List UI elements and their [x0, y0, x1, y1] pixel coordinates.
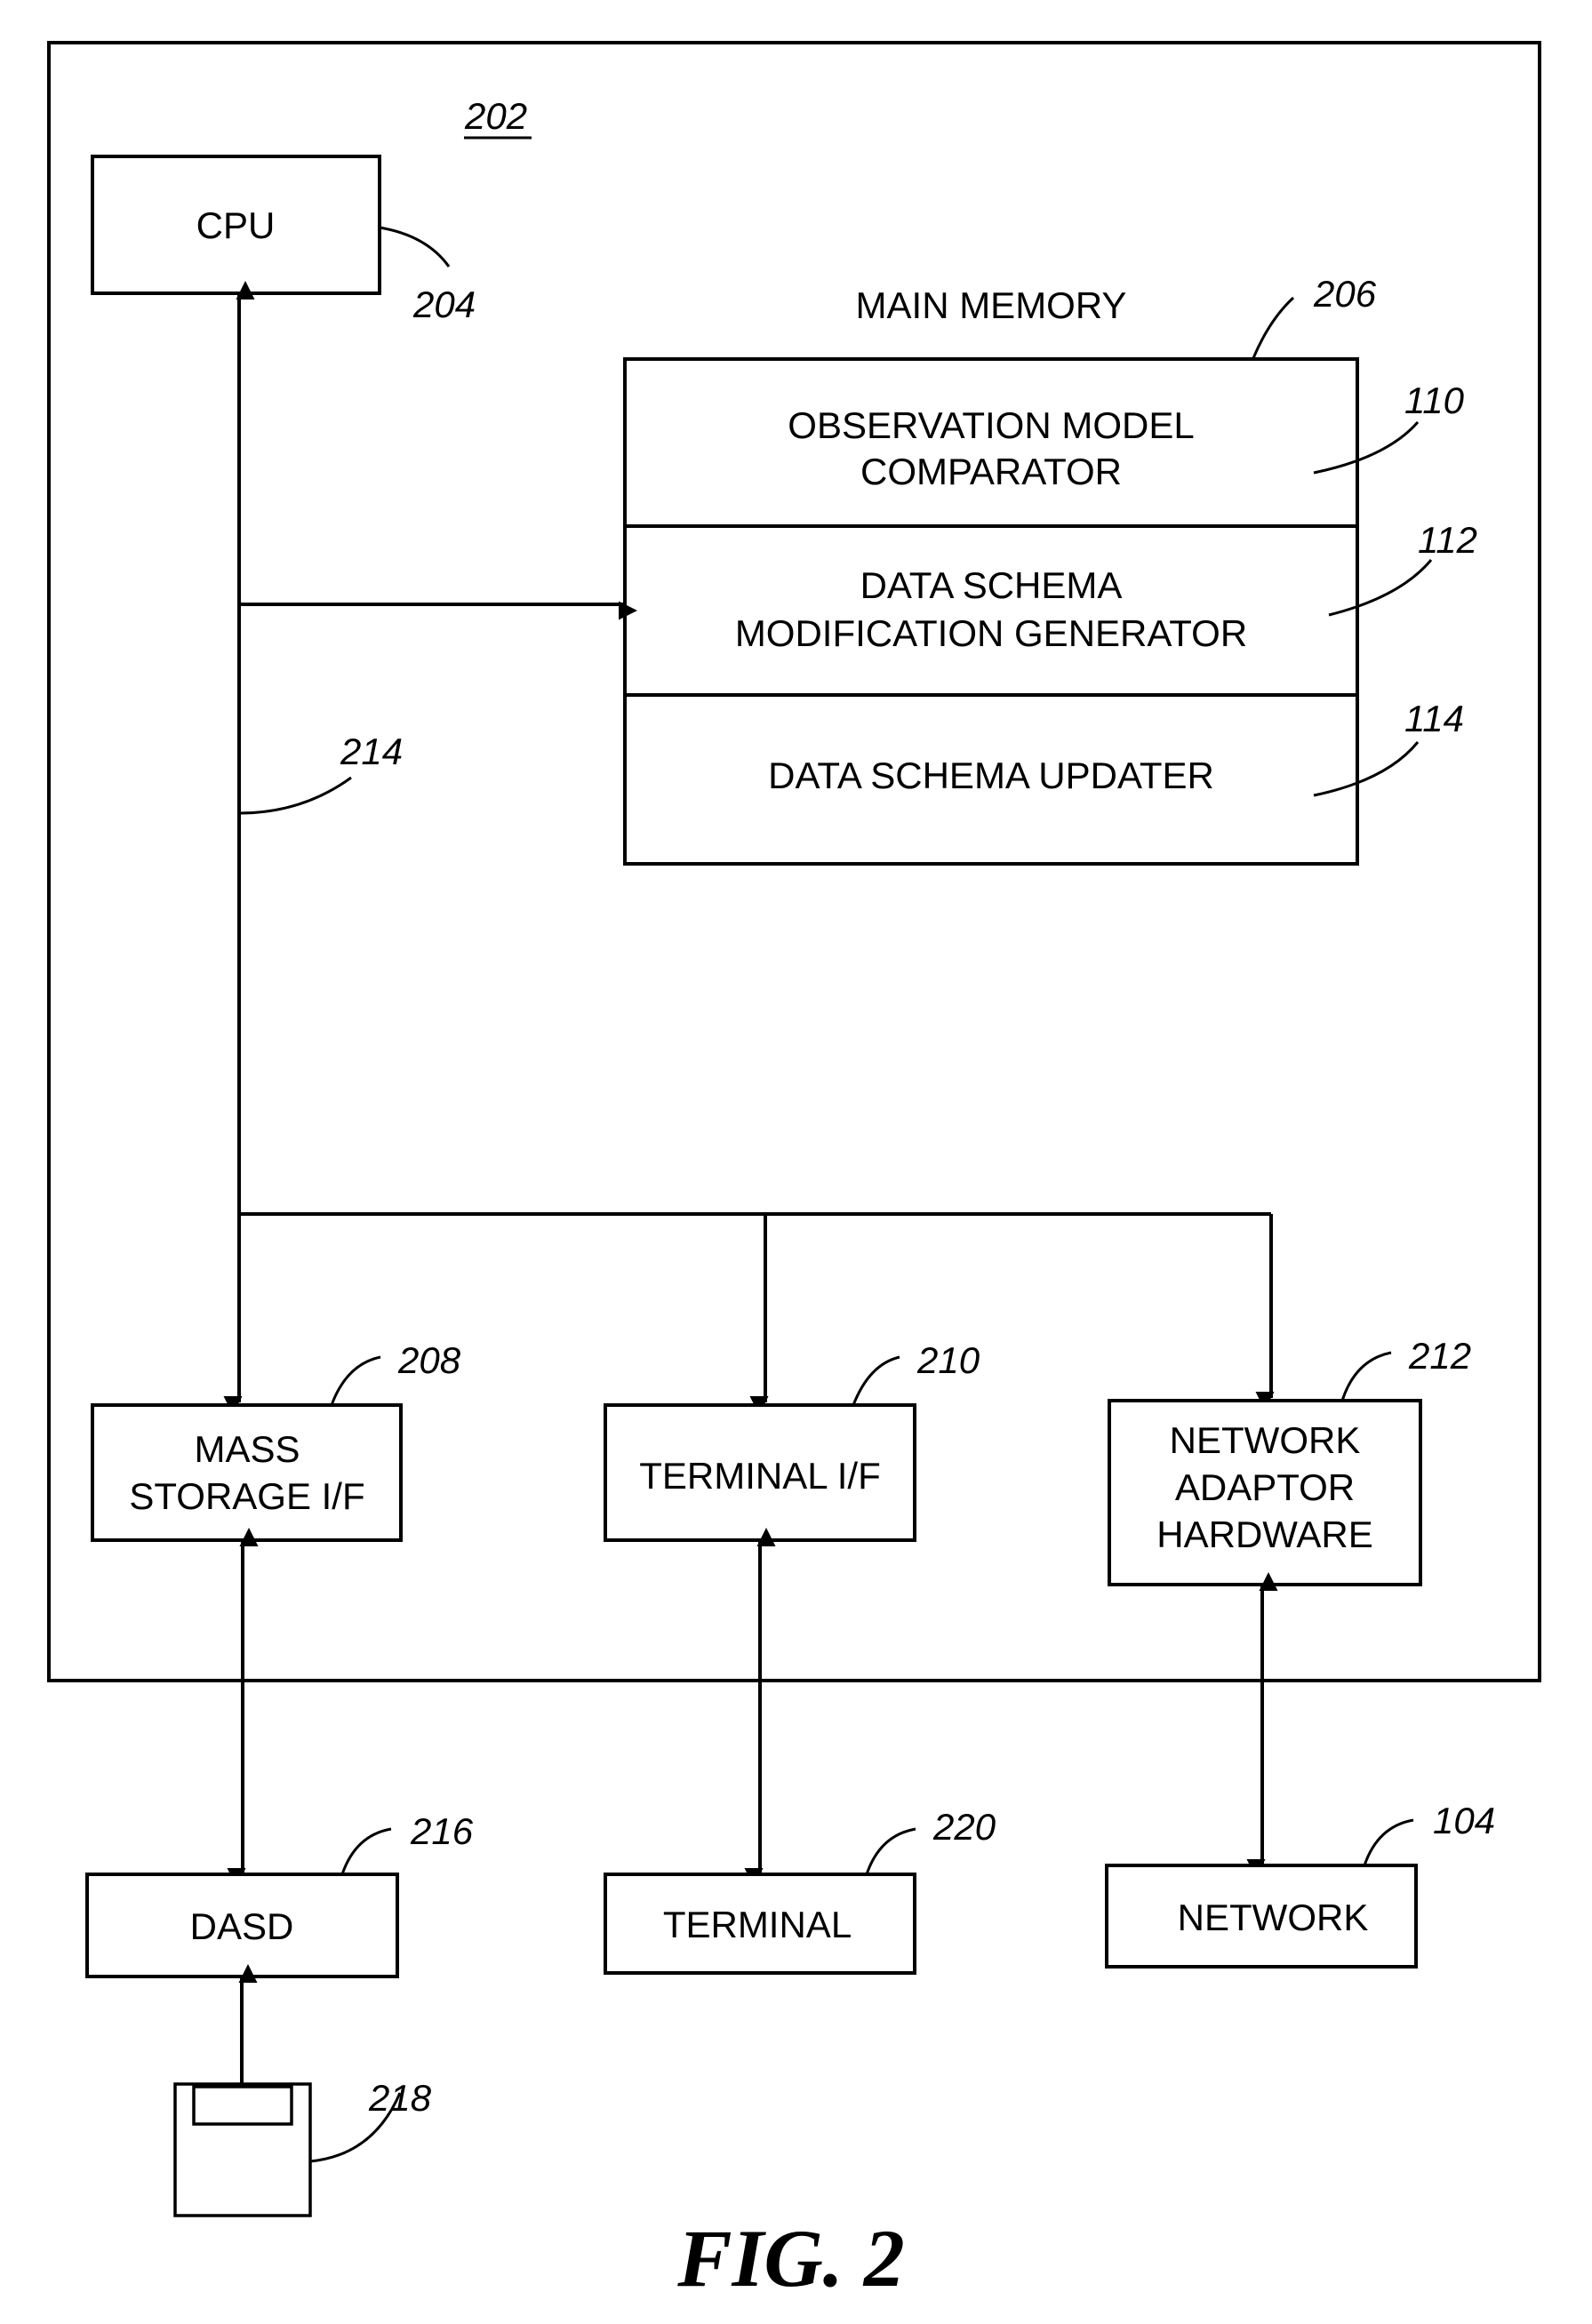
svg-text:DASD: DASD [190, 1905, 294, 1947]
module-112-ref: 112 [1418, 519, 1477, 561]
main-memory-ref: 206 [1313, 273, 1377, 315]
terminal-if-leader [852, 1355, 900, 1406]
svg-text:HARDWARE: HARDWARE [1156, 1513, 1372, 1555]
system-diagram: 202 CPU 204 MAIN MEMORY 206 OBSERVATION … [47, 41, 1541, 2304]
svg-text:ADAPTOR: ADAPTOR [1175, 1466, 1355, 1508]
terminal-if-ref: 210 [916, 1339, 980, 1381]
main-memory-leader [1252, 296, 1295, 359]
figure-caption: FIG. 2 [676, 2213, 905, 2304]
media-ref: 218 [368, 2077, 432, 2119]
network-block: NETWORK [1105, 1864, 1418, 1969]
cpu-label: CPU [196, 204, 276, 246]
svg-text:COMPARATOR: COMPARATOR [860, 451, 1122, 492]
terminal-if-block: TERMINAL I/F [604, 1403, 916, 1542]
dasd-ref: 216 [410, 1810, 474, 1852]
bus-leader [238, 776, 352, 815]
mass-storage-if-block: MASS STORAGE I/F [91, 1403, 403, 1542]
bus-ref: 214 [340, 731, 403, 772]
module-110-ref: 110 [1404, 379, 1465, 421]
floppy-disk-icon [173, 2082, 312, 2217]
terminal-leader [865, 1827, 916, 1875]
terminal-block: TERMINAL [604, 1873, 916, 1975]
svg-text:MODIFICATION GENERATOR: MODIFICATION GENERATOR [735, 612, 1247, 654]
mass-storage-if-ref: 208 [397, 1339, 461, 1381]
network-adaptor-block: NETWORK ADAPTOR HARDWARE [1108, 1399, 1422, 1586]
svg-text:NETWORK: NETWORK [1170, 1419, 1361, 1461]
svg-text:TERMINAL I/F: TERMINAL I/F [639, 1455, 880, 1497]
network-leader [1363, 1818, 1414, 1866]
svg-text:MASS: MASS [194, 1428, 300, 1470]
dasd-block: DASD [85, 1873, 399, 1978]
terminal-ref: 220 [932, 1806, 996, 1848]
cpu-block: CPU [91, 155, 381, 295]
cpu-leader [379, 226, 451, 268]
svg-text:STORAGE I/F: STORAGE I/F [129, 1475, 364, 1517]
network-ref: 104 [1433, 1800, 1495, 1841]
dasd-leader [340, 1827, 392, 1875]
svg-text:DATA SCHEMA UPDATER: DATA SCHEMA UPDATER [768, 755, 1214, 796]
svg-text:OBSERVATION MODEL: OBSERVATION MODEL [788, 404, 1194, 446]
main-memory-title: MAIN MEMORY [856, 284, 1127, 326]
svg-text:NETWORK: NETWORK [1178, 1897, 1369, 1938]
network-adaptor-leader [1340, 1351, 1392, 1402]
svg-text:TERMINAL: TERMINAL [663, 1904, 852, 1945]
cpu-ref: 204 [412, 284, 476, 325]
system-ref: 202 [464, 95, 527, 137]
svg-text:DATA SCHEMA: DATA SCHEMA [860, 564, 1123, 606]
module-114-ref: 114 [1404, 698, 1464, 739]
mass-storage-if-leader [330, 1355, 381, 1406]
network-adaptor-ref: 212 [1408, 1335, 1471, 1377]
module-data-schema-updater: DATA SCHEMA UPDATER [768, 755, 1214, 796]
